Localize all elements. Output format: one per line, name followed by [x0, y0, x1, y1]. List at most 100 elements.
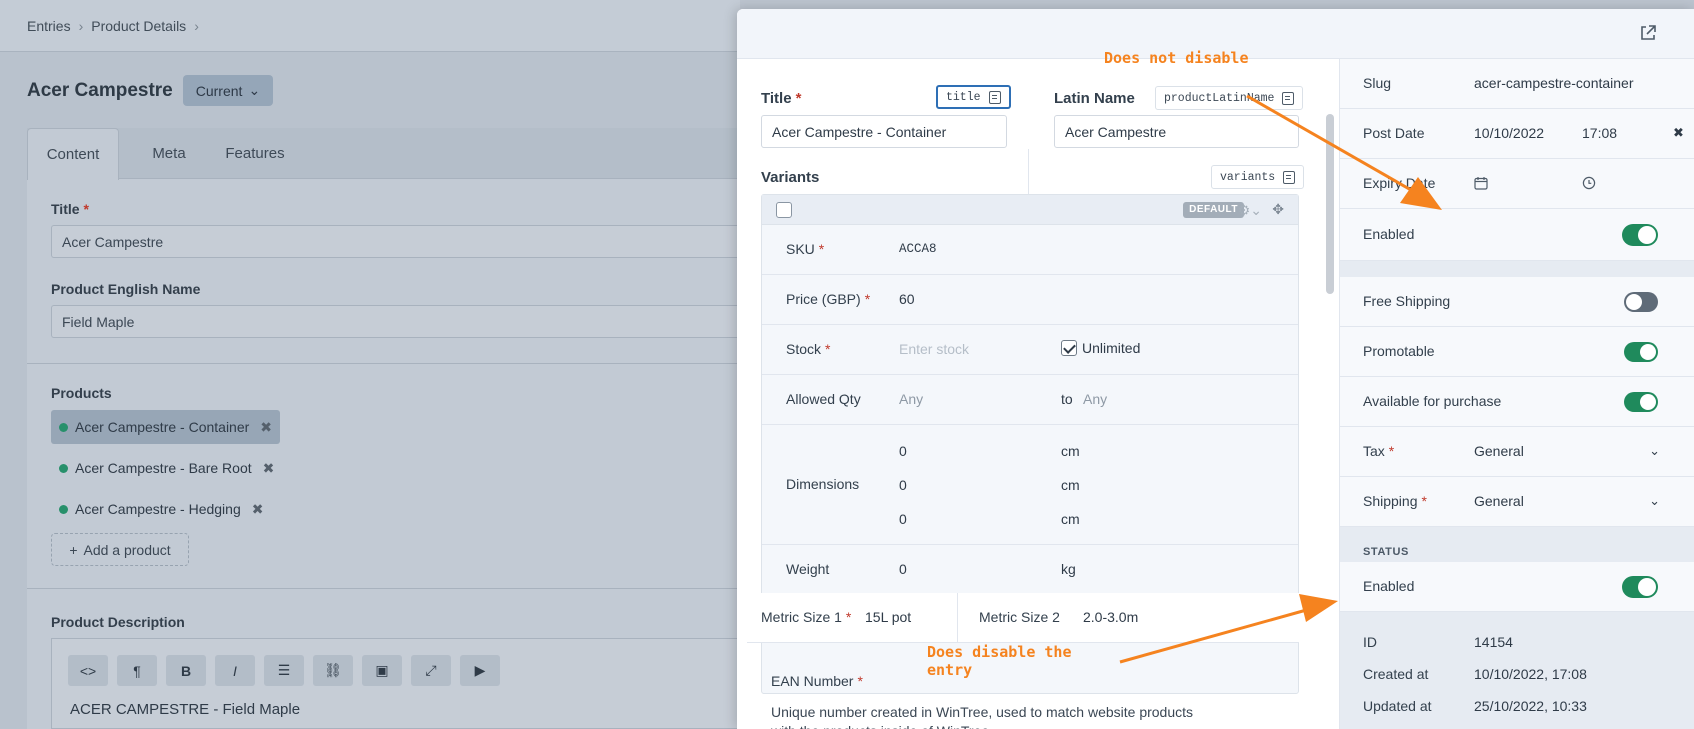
fullscreen-icon[interactable]: ⤢ [411, 655, 451, 686]
variants-handle-copy[interactable]: variants [1211, 165, 1305, 189]
editor-toolbar: <> ¶ B I ☰ ⛓ ▣ ⤢ ▶ [52, 639, 740, 686]
video-icon[interactable]: ▶ [460, 655, 500, 686]
breadcrumb-product-details[interactable]: Product Details [91, 18, 186, 34]
shipping-select[interactable]: General [1474, 493, 1524, 509]
select-checkbox[interactable] [776, 202, 792, 218]
post-date-label: Post Date [1363, 125, 1425, 141]
tax-label: Tax * [1363, 443, 1395, 459]
qty-to-label: to [1061, 391, 1073, 407]
chevron-down-icon[interactable]: ⌄ [1649, 443, 1660, 459]
dimensions-row: Dimensions 0 cm 0 cm 0 cm [762, 425, 1298, 545]
clock-icon[interactable] [1582, 176, 1596, 190]
title-input[interactable]: Acer Campestre [51, 225, 740, 258]
english-name-label: Product English Name [51, 281, 201, 297]
stock-row: Stock * Enter stock Unlimited [762, 325, 1298, 375]
width-input[interactable]: 0 [899, 477, 907, 493]
post-date-input[interactable]: 10/10/2022 [1474, 125, 1544, 141]
remove-icon[interactable]: ✖ [263, 460, 275, 477]
qty-max-input[interactable]: Any [1083, 391, 1107, 407]
enabled-toggle[interactable] [1622, 224, 1658, 246]
remove-icon[interactable]: ✖ [252, 501, 264, 518]
post-time-input[interactable]: 17:08 [1582, 125, 1617, 141]
length-input[interactable]: 0 [899, 443, 907, 459]
english-name-input[interactable]: Field Maple [51, 305, 740, 338]
expiry-date-label: Expiry Date [1363, 175, 1436, 191]
list-icon[interactable]: ☰ [264, 655, 304, 686]
weight-input[interactable]: 0 [899, 561, 907, 577]
link-icon[interactable]: ⛓ [313, 655, 353, 686]
product-chip[interactable]: Acer Campestre - Hedging ✖ [51, 492, 271, 526]
unit-label: cm [1061, 477, 1080, 493]
tab-features[interactable]: Features [215, 128, 295, 179]
latin-name-input[interactable]: Acer Campestre [1054, 115, 1299, 148]
clear-icon[interactable]: ✖ [1673, 125, 1684, 141]
slug-input[interactable]: acer-campestre-container [1474, 75, 1634, 91]
breadcrumb-entries[interactable]: Entries [27, 18, 71, 34]
add-product-label: Add a product [83, 541, 171, 558]
variants-label: Variants [761, 169, 820, 186]
available-row: Available for purchase [1340, 377, 1694, 427]
revision-menu-button[interactable]: Current ⌄ [182, 75, 274, 106]
price-input[interactable]: 60 [899, 291, 915, 307]
plus-icon: + [69, 541, 78, 558]
page-header: Acer Campestre Current ⌄ [27, 75, 274, 106]
slideout-panel: Title * title Acer Campestre - Container … [737, 9, 1694, 729]
created-label: Created at [1363, 666, 1429, 682]
available-label: Available for purchase [1363, 393, 1502, 409]
product-chip[interactable]: Acer Campestre - Container ✖ [51, 410, 281, 444]
add-product-button[interactable]: + Add a product [51, 533, 189, 566]
chevron-down-icon: ⌄ [248, 82, 261, 98]
latin-handle-copy[interactable]: productLatinName [1155, 86, 1304, 110]
status-enabled-label: Enabled [1363, 578, 1415, 594]
available-toggle[interactable] [1624, 392, 1658, 412]
height-input[interactable]: 0 [899, 511, 907, 527]
copy-icon [1282, 91, 1295, 105]
paragraph-icon[interactable]: ¶ [117, 655, 157, 686]
sku-input[interactable]: ACCA8 [899, 242, 937, 256]
unlimited-checkbox[interactable]: Unlimited [1061, 340, 1140, 356]
metric-size-2-input[interactable]: 2.0-3.0m [1083, 609, 1138, 625]
tax-select[interactable]: General [1474, 443, 1524, 459]
enabled-label: Enabled [1363, 226, 1415, 242]
title-input[interactable]: Acer Campestre - Container [761, 115, 1007, 148]
gear-icon[interactable]: ⚙⌄ [1238, 202, 1262, 219]
remove-icon[interactable]: ✖ [260, 419, 272, 436]
code-icon[interactable]: <> [68, 655, 108, 686]
tab-content[interactable]: Content [27, 128, 119, 180]
created-value: 10/10/2022, 17:08 [1474, 666, 1587, 682]
free-shipping-label: Free Shipping [1363, 293, 1451, 309]
italic-icon[interactable]: I [215, 655, 255, 686]
weight-label: Weight [786, 561, 830, 577]
rich-text-editor[interactable]: <> ¶ B I ☰ ⛓ ▣ ⤢ ▶ ACER CAMPESTRE - Fiel… [51, 638, 740, 729]
promotable-toggle[interactable] [1624, 342, 1658, 362]
section-gap [1340, 261, 1694, 277]
updated-value: 25/10/2022, 10:33 [1474, 698, 1587, 714]
tax-row: Tax * General ⌄ [1340, 427, 1694, 477]
allowed-qty-row: Allowed Qty Any to Any [762, 375, 1298, 425]
free-shipping-row: Free Shipping [1340, 277, 1694, 327]
id-label: ID [1363, 634, 1377, 650]
status-enabled-toggle[interactable] [1622, 576, 1658, 598]
calendar-icon[interactable] [1474, 176, 1488, 190]
qty-min-input[interactable]: Any [899, 391, 923, 407]
product-chip-label: Acer Campestre - Bare Root [75, 460, 252, 476]
weight-unit: kg [1061, 561, 1076, 577]
metric-size-1-input[interactable]: 15L pot [865, 609, 911, 625]
scrollbar[interactable] [1326, 114, 1334, 294]
allowed-qty-label: Allowed Qty [786, 391, 861, 407]
panel-main: Title * title Acer Campestre - Container … [737, 59, 1339, 729]
slug-label: Slug [1363, 75, 1392, 91]
external-link-icon[interactable] [1638, 23, 1658, 43]
free-shipping-toggle[interactable] [1624, 292, 1658, 312]
chevron-down-icon[interactable]: ⌄ [1649, 493, 1660, 509]
latin-name-label: Latin Name [1054, 90, 1135, 107]
move-icon[interactable]: ✥ [1272, 201, 1284, 218]
stock-input[interactable]: Enter stock [899, 341, 969, 357]
bold-icon[interactable]: B [166, 655, 206, 686]
tab-meta[interactable]: Meta [139, 128, 199, 179]
image-icon[interactable]: ▣ [362, 655, 402, 686]
unit-label: cm [1061, 443, 1080, 459]
title-handle-copy[interactable]: title [936, 85, 1011, 109]
product-chip[interactable]: Acer Campestre - Bare Root ✖ [51, 451, 282, 485]
editor-text[interactable]: ACER CAMPESTRE - Field Maple [70, 701, 300, 718]
